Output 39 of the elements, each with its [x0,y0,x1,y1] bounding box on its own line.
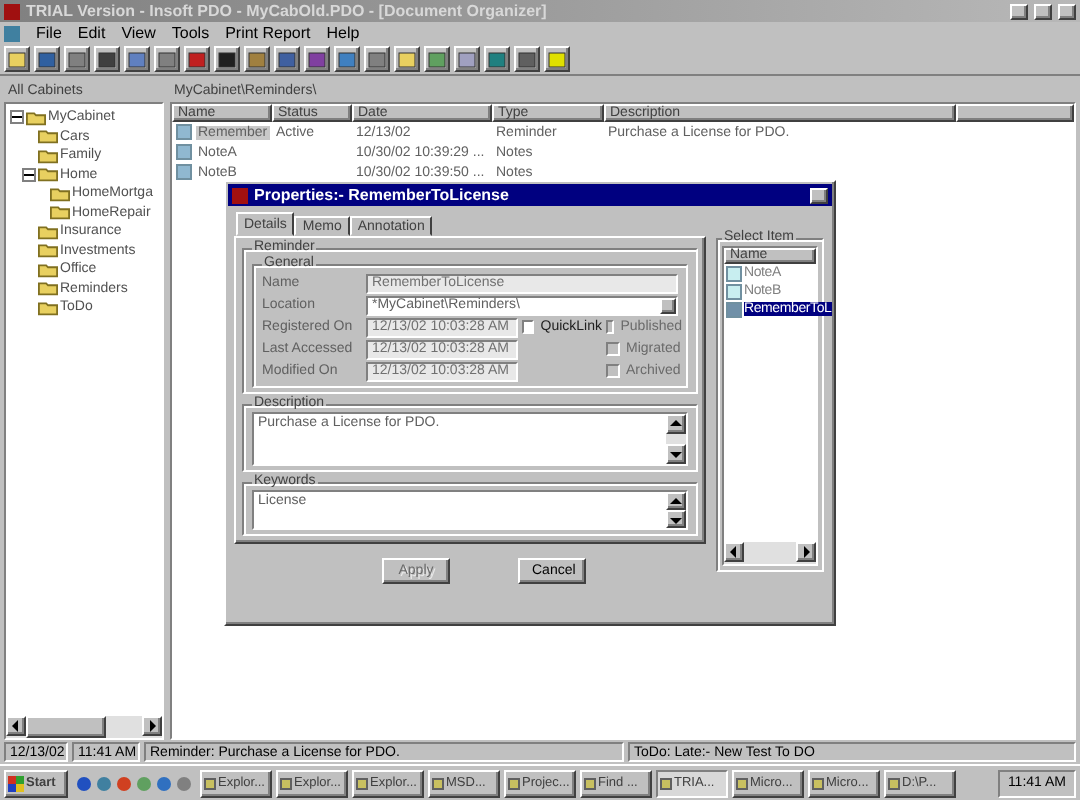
toolbar-button[interactable] [364,46,390,72]
menu-item[interactable]: Help [326,24,360,42]
maximize-button[interactable] [1034,3,1052,19]
menu-item[interactable]: File [36,24,62,42]
toolbar-button[interactable] [184,46,210,72]
close-button[interactable] [1058,3,1076,19]
toolbar-button[interactable] [4,46,30,72]
windows-logo-icon [8,775,24,791]
toolbar-button[interactable] [214,46,240,72]
toolbar-button[interactable] [394,46,420,72]
toolbar-button[interactable] [454,46,480,72]
toolbar-button[interactable] [154,46,180,72]
toolbar-button[interactable] [64,46,90,72]
dialog-title: Properties:- RememberToLicense [254,186,511,204]
menu-item[interactable]: Tools [171,24,210,42]
toolbar-button[interactable] [124,46,150,72]
app-icon [4,3,20,19]
menu-item[interactable]: Print Report [225,24,311,42]
tree-expander-icon[interactable] [10,110,24,125]
toolbar-button[interactable] [544,46,570,72]
toolbar-button[interactable] [34,46,60,72]
toolbar-button[interactable] [514,46,540,72]
minimize-button[interactable] [1010,3,1028,19]
menu-item[interactable]: View [121,24,156,42]
toolbar-button[interactable] [244,46,270,72]
toolbar-button[interactable] [484,46,510,72]
toolbar-button[interactable] [304,46,330,72]
window-title: TRIAL Version - Insoft PDO - MyCabOld.PDO - [Document Organizer] [26,2,549,20]
toolbar-button[interactable] [274,46,300,72]
checkbox[interactable] [522,320,535,334]
toolbar-button[interactable] [94,46,120,72]
tree-expander-icon[interactable] [22,167,36,182]
close-button[interactable] [810,187,828,203]
app-icon [232,187,248,203]
scrollbar-thumb[interactable] [26,716,106,738]
toolbar-button[interactable] [334,46,360,72]
menu-item[interactable]: Edit [77,24,106,42]
column-header[interactable] [956,104,1074,122]
toolbar-button[interactable] [424,46,450,72]
